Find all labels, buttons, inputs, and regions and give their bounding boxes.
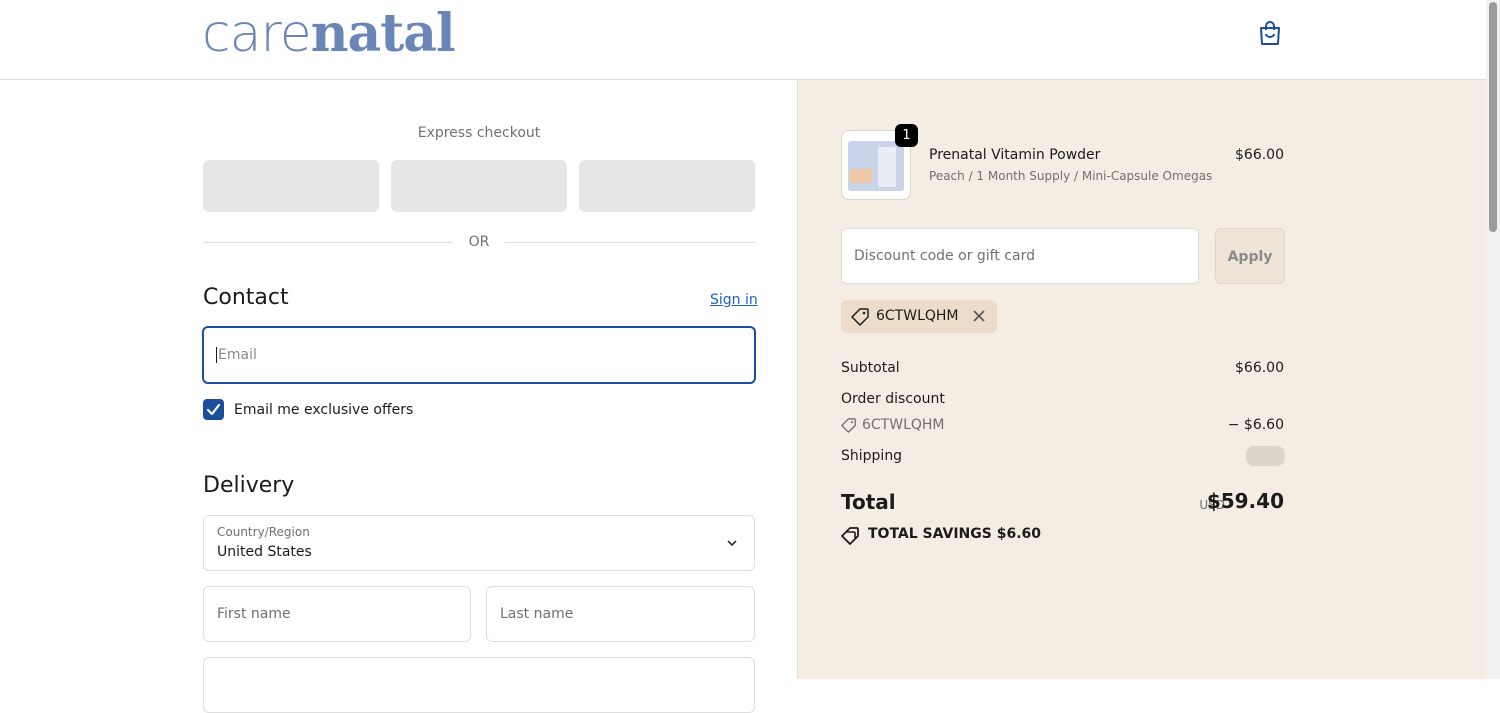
total-savings-label: TOTAL SAVINGS bbox=[868, 526, 992, 542]
country-region-label: Country/Region bbox=[217, 525, 310, 539]
logo-text-bold: natal bbox=[310, 3, 456, 64]
express-pay-button-2[interactable] bbox=[391, 160, 567, 212]
country-region-value: United States bbox=[217, 544, 312, 560]
express-pay-button-3[interactable] bbox=[579, 160, 755, 212]
quantity-badge: 1 bbox=[895, 124, 918, 147]
email-offers-checkbox[interactable] bbox=[203, 399, 224, 420]
email-offers-label: Email me exclusive offers bbox=[234, 402, 414, 418]
close-icon[interactable] bbox=[971, 308, 987, 324]
product-variant: Peach / 1 Month Supply / Mini-Capsule Om… bbox=[929, 169, 1213, 183]
divider-right bbox=[505, 242, 755, 243]
carenatal-logo[interactable]: carenatal bbox=[202, 3, 456, 65]
address-field[interactable] bbox=[203, 657, 755, 713]
discount-code-line: 6CTWLQHM bbox=[862, 417, 945, 433]
applied-discount-chip: 6CTWLQHM bbox=[841, 300, 997, 333]
scrollbar-thumb[interactable] bbox=[1489, 2, 1497, 232]
email-placeholder: Email bbox=[216, 347, 257, 363]
tag-icon bbox=[851, 308, 869, 326]
last-name-placeholder: Last name bbox=[500, 606, 574, 622]
discount-code-input[interactable]: Discount code or gift card bbox=[841, 228, 1199, 284]
applied-discount-code: 6CTWLQHM bbox=[876, 308, 959, 324]
delivery-heading: Delivery bbox=[203, 473, 295, 498]
first-name-field[interactable]: First name bbox=[203, 586, 471, 642]
shopping-bag-icon[interactable] bbox=[1258, 20, 1282, 46]
page-scrollbar[interactable] bbox=[1486, 0, 1500, 679]
or-divider-text: OR bbox=[468, 234, 490, 250]
discount-code-placeholder: Discount code or gift card bbox=[854, 248, 1035, 264]
logo-text-light: care bbox=[202, 4, 312, 64]
total-savings: TOTAL SAVINGS $6.60 bbox=[868, 526, 1041, 542]
site-header: carenatal bbox=[0, 0, 1486, 80]
discount-tag-icon bbox=[841, 418, 856, 433]
total-savings-value: $6.60 bbox=[996, 526, 1042, 542]
checkout-form-panel: Express checkout OR Contact Sign in Emai… bbox=[0, 80, 797, 713]
order-discount-label: Order discount bbox=[841, 391, 945, 407]
order-summary-panel: 1 Prenatal Vitamin Powder Peach / 1 Mont… bbox=[797, 80, 1486, 679]
checkmark-icon bbox=[206, 403, 221, 416]
first-name-placeholder: First name bbox=[217, 606, 291, 622]
product-name: Prenatal Vitamin Powder bbox=[929, 147, 1101, 163]
shipping-label: Shipping bbox=[841, 448, 903, 464]
sign-in-link[interactable]: Sign in bbox=[710, 292, 758, 308]
express-checkout-title: Express checkout bbox=[417, 125, 541, 141]
email-field[interactable]: Email bbox=[202, 326, 756, 384]
product-price: $66.00 bbox=[1235, 147, 1284, 163]
total-label: Total bbox=[841, 490, 896, 514]
savings-tag-icon bbox=[841, 527, 859, 545]
subtotal-label: Subtotal bbox=[841, 360, 900, 376]
country-region-select[interactable]: Country/Region United States bbox=[203, 515, 755, 571]
divider-left bbox=[203, 242, 453, 243]
express-pay-button-1[interactable] bbox=[203, 160, 379, 212]
last-name-field[interactable]: Last name bbox=[486, 586, 755, 642]
shipping-loading-placeholder bbox=[1246, 446, 1285, 466]
total-value: $59.40 bbox=[1206, 489, 1284, 513]
contact-heading: Contact bbox=[203, 285, 289, 310]
chevron-down-icon bbox=[727, 540, 737, 547]
apply-discount-button[interactable]: Apply bbox=[1215, 228, 1285, 284]
discount-amount: − $6.60 bbox=[1227, 417, 1284, 433]
subtotal-value: $66.00 bbox=[1235, 360, 1284, 376]
